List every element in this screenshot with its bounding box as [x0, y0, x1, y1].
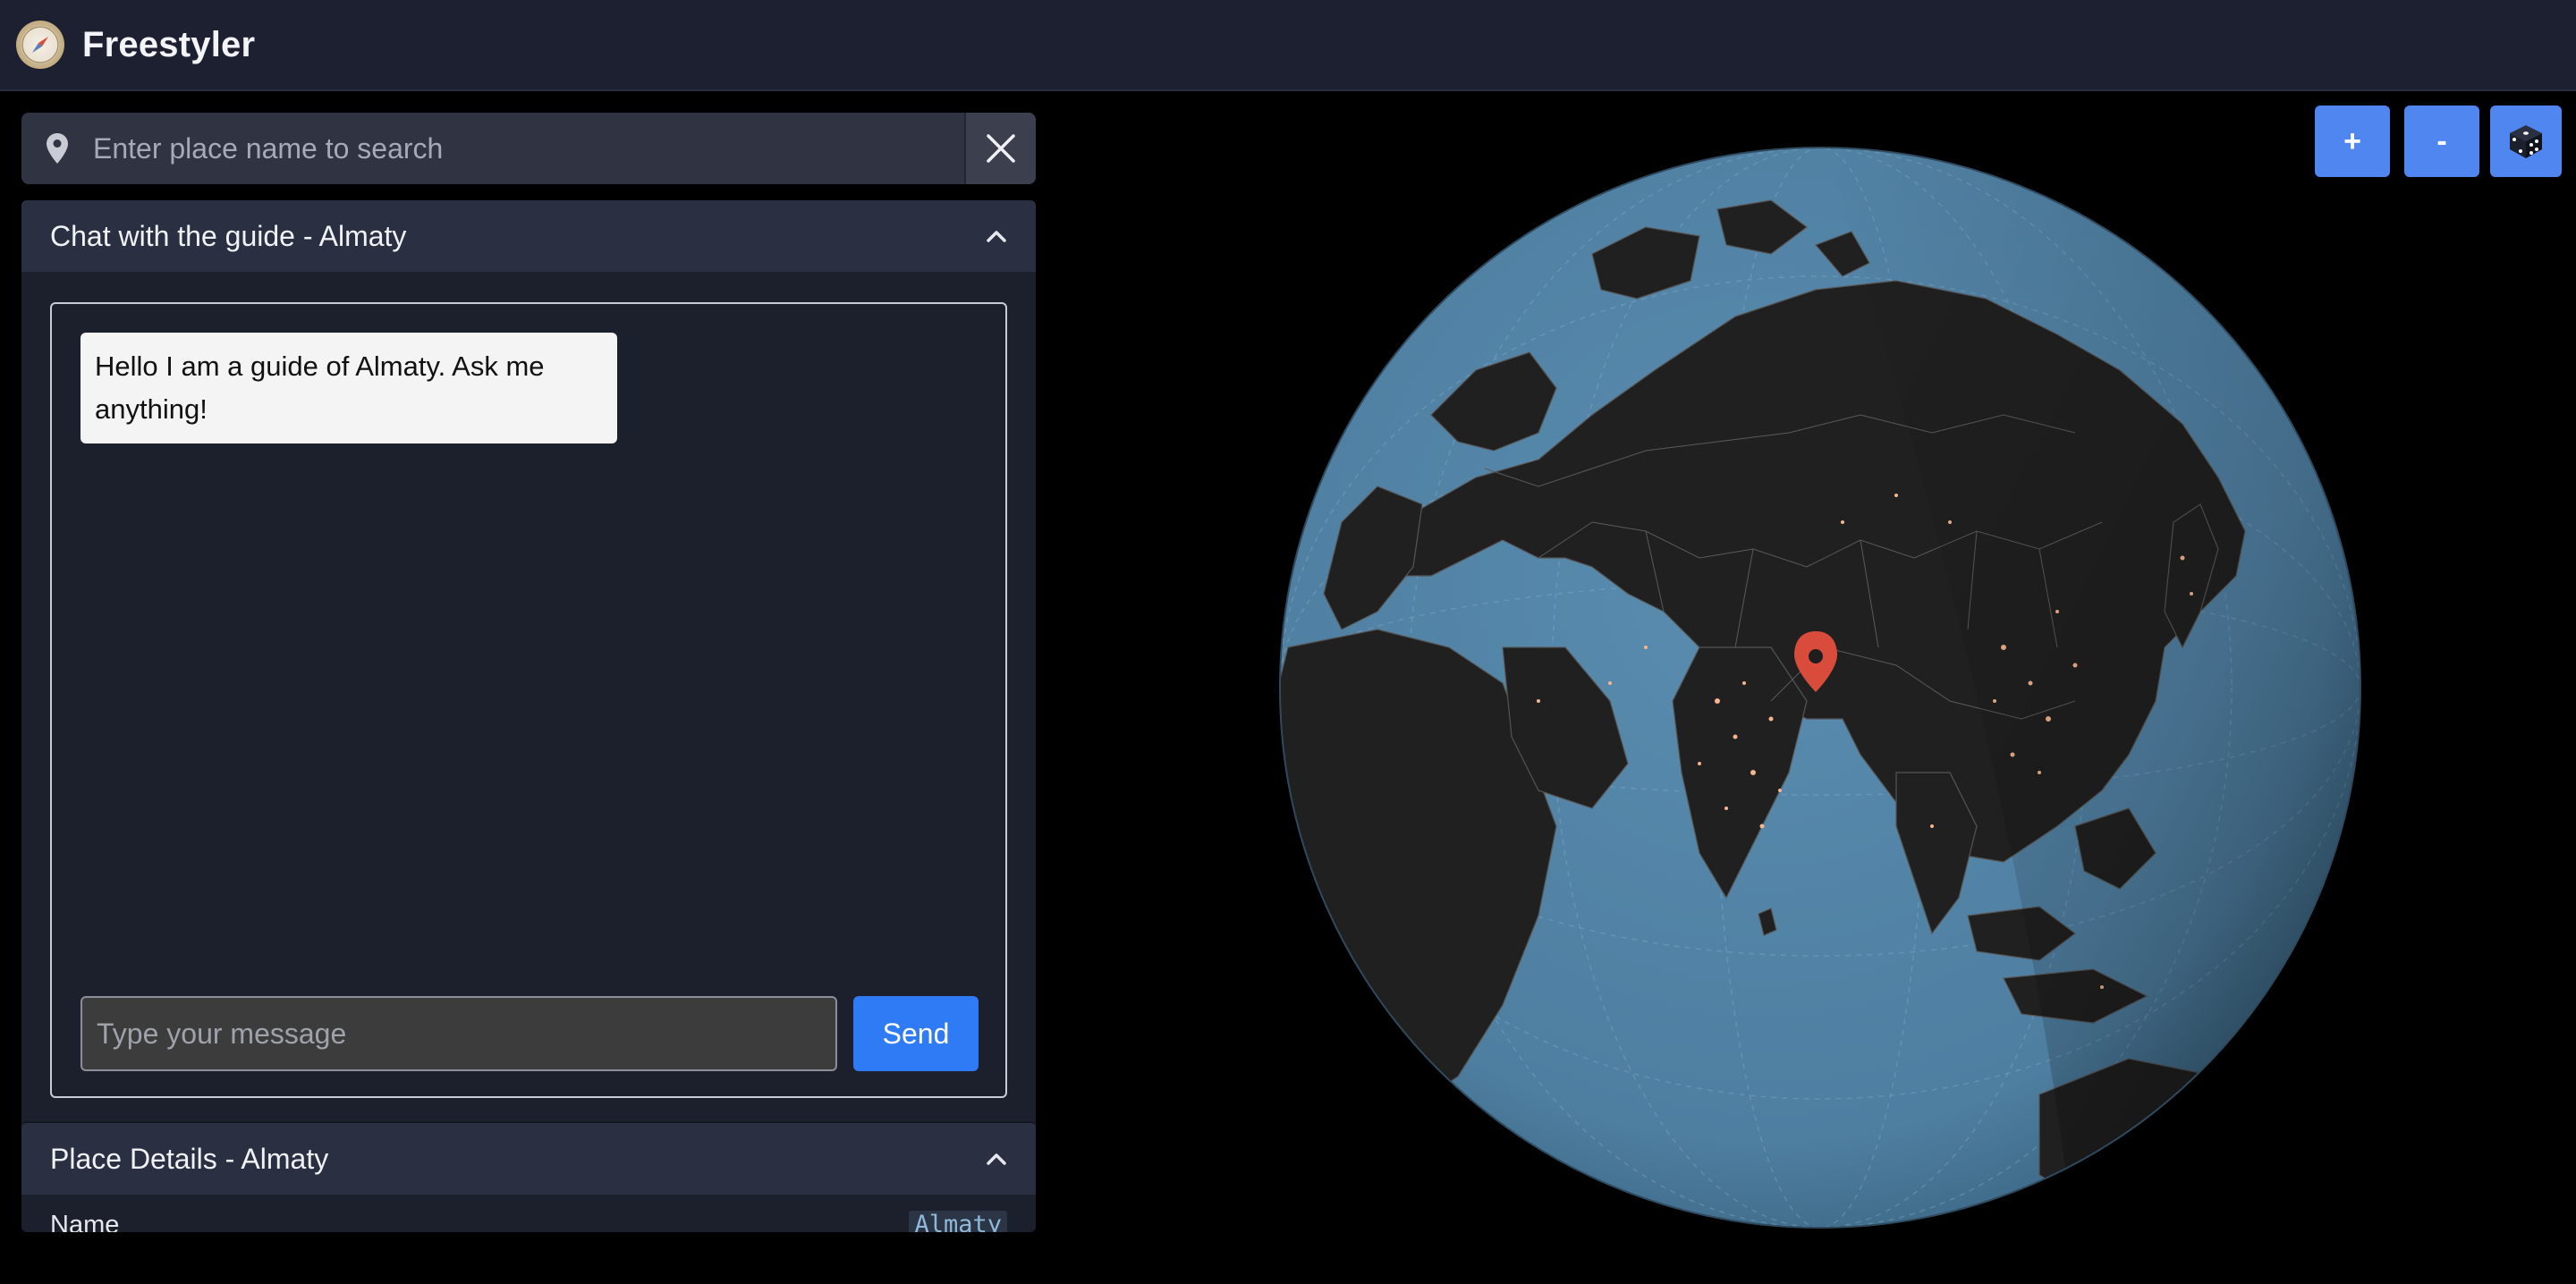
guide-message: Hello I am a guide of Almaty. Ask me any…	[80, 333, 617, 443]
zoom-out-button[interactable]: -	[2404, 106, 2479, 177]
chat-panel: Chat with the guide - Almaty Hello I am …	[21, 200, 1036, 1211]
dice-icon	[2510, 125, 2542, 158]
details-panel-title: Place Details - Almaty	[50, 1142, 329, 1175]
globe-map[interactable]	[1270, 147, 2370, 1246]
chat-window: Hello I am a guide of Almaty. Ask me any…	[50, 302, 1007, 1098]
chevron-up-icon[interactable]	[986, 229, 1007, 243]
send-button[interactable]: Send	[853, 996, 979, 1071]
left-panel: Chat with the guide - Almaty Hello I am …	[21, 113, 1036, 1232]
location-pin-icon	[21, 113, 93, 184]
chat-panel-header[interactable]: Chat with the guide - Almaty	[21, 200, 1036, 272]
chat-panel-title: Chat with the guide - Almaty	[50, 219, 407, 252]
clear-search-button[interactable]	[964, 113, 1036, 184]
app-header: Freestyler	[0, 0, 2576, 91]
close-icon	[987, 134, 1015, 163]
message-input[interactable]	[80, 996, 837, 1071]
chevron-up-icon[interactable]	[986, 1152, 1007, 1166]
app-title: Freestyler	[82, 24, 256, 64]
search-bar	[21, 113, 1036, 184]
random-place-button[interactable]	[2490, 106, 2562, 177]
search-input[interactable]	[93, 113, 964, 184]
detail-row-name: Name Almaty	[21, 1195, 1036, 1232]
place-details-panel: Place Details - Almaty Name Almaty	[21, 1121, 1036, 1232]
detail-label: Name	[50, 1211, 120, 1232]
details-panel-header[interactable]: Place Details - Almaty	[21, 1123, 1036, 1195]
compass-icon	[16, 21, 64, 69]
detail-value: Almaty	[909, 1211, 1007, 1232]
